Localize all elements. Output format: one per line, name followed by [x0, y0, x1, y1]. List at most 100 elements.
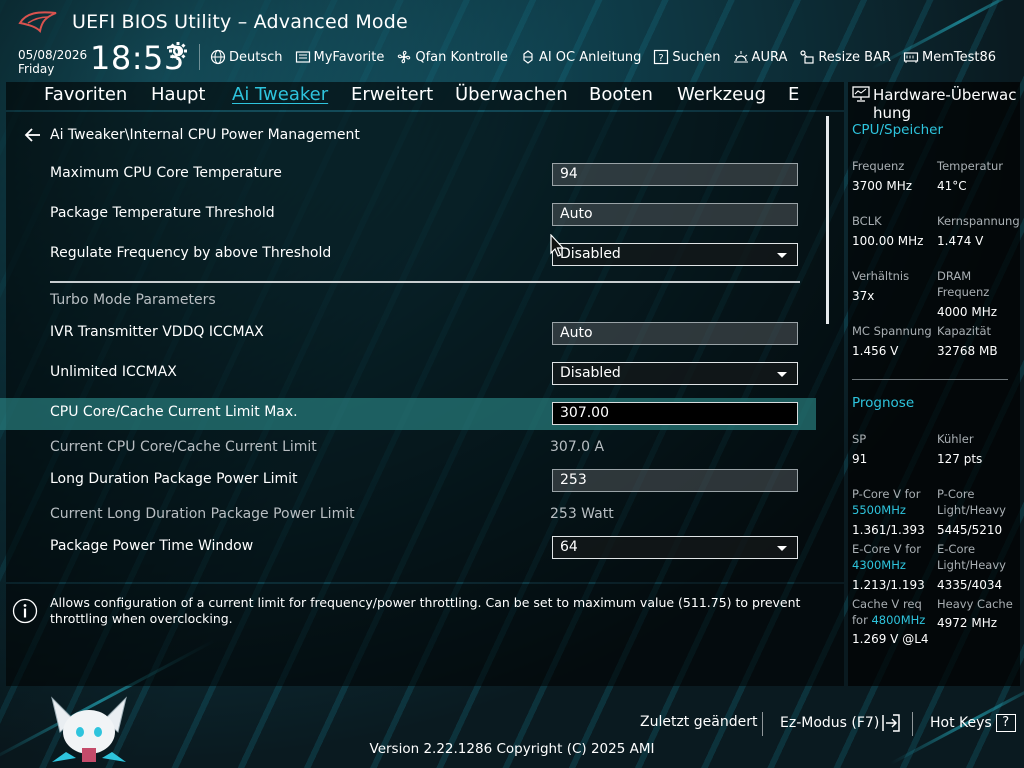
hot-keys-button[interactable]: Hot Keys ?	[930, 714, 1016, 732]
cpu-core-cache-current-limit-input[interactable]: 307.00	[552, 402, 798, 425]
mouse-cursor-icon	[550, 234, 564, 257]
fan-icon	[398, 50, 411, 64]
memtest-label: MemTest86	[922, 49, 997, 65]
chevron-down-icon	[777, 546, 787, 551]
toolbar: Deutsch MyFavorite Qfan Kontrolle AI OC …	[210, 46, 1008, 68]
ivr-vddq-iccmax-input[interactable]: Auto	[552, 322, 798, 345]
setting-label: Package Power Time Window	[50, 538, 254, 554]
ecore-light-heavy-label: E-Core Light/Heavy	[937, 541, 1006, 573]
ecore-lh-label-2: Light/Heavy	[937, 558, 1006, 572]
tab-ai-tweaker[interactable]: Ai Tweaker	[232, 84, 328, 105]
language-button[interactable]: Deutsch	[210, 46, 283, 68]
section-divider	[50, 281, 800, 283]
ecore-voltage-label: E-Core V for 4300MHz	[852, 541, 921, 573]
resize-bar-label: Resize BAR	[818, 49, 891, 65]
cpu-memory-section-title: CPU/Speicher	[852, 122, 944, 138]
app-title: UEFI BIOS Utility – Advanced Mode	[72, 11, 408, 33]
sp-label: SP	[852, 432, 867, 446]
resize-bar-icon	[800, 50, 814, 64]
settings-panel: Ai Tweaker\Internal CPU Power Management…	[0, 112, 844, 582]
core-voltage-label: Kernspannung	[937, 214, 1020, 228]
dram-frequency-label: DRAM Frequenz	[937, 269, 990, 299]
ecore-light-heavy-value: 4335/4034	[937, 578, 1003, 592]
version-text: Version 2.22.1286 Copyright (C) 2025 AMI	[369, 741, 655, 757]
tab-erweitert[interactable]: Erweitert	[351, 84, 433, 105]
pcore-voltage-label: P-Core V for 5500MHz	[852, 486, 920, 518]
aura-button[interactable]: AURA	[733, 46, 787, 68]
setting-label: Maximum CPU Core Temperature	[50, 165, 282, 181]
aura-icon	[733, 51, 748, 63]
pcore-light-heavy-value: 5445/5210	[937, 523, 1003, 537]
setting-label: Package Temperature Threshold	[50, 205, 275, 221]
ai-oc-button[interactable]: AI OC Anleitung	[520, 46, 641, 68]
scrollbar[interactable]	[826, 116, 829, 324]
last-changed-button[interactable]: Zuletzt geändert	[640, 714, 757, 730]
cache-voltage-value: 1.269 V @L4	[852, 632, 929, 646]
info-label: Current Long Duration Package Power Limi…	[50, 506, 355, 522]
bclk-label: BCLK	[852, 214, 882, 228]
ecore-frequency: 4300MHz	[852, 558, 906, 572]
tab-booten[interactable]: Booten	[589, 84, 653, 105]
package-power-time-window-dropdown[interactable]: 64	[552, 536, 798, 559]
ratio-value: 37x	[852, 289, 875, 303]
package-temp-threshold-input[interactable]: Auto	[552, 203, 798, 226]
globe-icon	[210, 49, 226, 65]
chevron-down-icon	[777, 372, 787, 377]
myfavorite-button[interactable]: MyFavorite	[295, 46, 385, 68]
cooler-label: Kühler	[937, 432, 974, 446]
qfan-button[interactable]: Qfan Kontrolle	[396, 46, 508, 68]
tab-exit-partial[interactable]: E	[788, 84, 799, 105]
setting-label: Unlimited ICCMAX	[50, 364, 177, 380]
ez-mode-button[interactable]: Ez-Modus (F7)	[780, 714, 901, 732]
resize-bar-button[interactable]: Resize BAR	[799, 46, 891, 68]
memtest-button[interactable]: MemTest86	[903, 46, 996, 68]
ecore-voltage-label-text: E-Core V for	[852, 542, 922, 556]
date-text: 05/08/2026	[18, 48, 88, 62]
search-button[interactable]: ? Suchen	[653, 46, 721, 68]
dropdown-value: Disabled	[560, 365, 621, 381]
info-label: Current CPU Core/Cache Current Limit	[50, 439, 317, 455]
setting-label: CPU Core/Cache Current Limit Max.	[50, 404, 298, 420]
svg-text:?: ?	[659, 53, 664, 64]
footer-divider	[912, 712, 913, 736]
long-duration-power-limit-input[interactable]: 253	[552, 469, 798, 492]
dropdown-value: Disabled	[560, 246, 621, 262]
search-label: Suchen	[672, 49, 721, 65]
ai-oc-label: AI OC Anleitung	[538, 49, 642, 65]
cache-voltage-label: Cache V req for 4800MHz	[852, 596, 925, 628]
pcore-frequency: 5500MHz	[852, 503, 906, 517]
info-icon	[12, 598, 38, 624]
current-limit-readout: 307.0 A	[550, 439, 605, 455]
header-bar: UEFI BIOS Utility – Advanced Mode 05/08/…	[0, 0, 1024, 80]
chevron-down-icon	[777, 253, 787, 258]
temperature-label: Temperatur	[937, 159, 1004, 173]
cache-frequency: 4800MHz	[871, 613, 926, 627]
regulate-frequency-dropdown[interactable]: Disabled	[552, 243, 798, 266]
exit-arrow-icon	[882, 714, 901, 732]
bclk-value: 100.00 MHz	[852, 234, 924, 248]
breadcrumb: Ai Tweaker\Internal CPU Power Management	[50, 127, 360, 143]
qfan-label: Qfan Kontrolle	[415, 49, 508, 65]
prognose-section-title: Prognose	[852, 395, 915, 411]
hardware-monitor-title-wrap: hung	[873, 104, 912, 122]
back-arrow-icon[interactable]	[24, 128, 42, 142]
unlimited-iccmax-dropdown[interactable]: Disabled	[552, 362, 798, 385]
cache-label-2: for	[852, 613, 868, 627]
dropdown-value: 64	[560, 539, 578, 555]
myfavorite-label: MyFavorite	[313, 49, 385, 65]
hardware-monitor-title: Hardware-Überwac	[873, 86, 1017, 104]
tab-haupt[interactable]: Haupt	[151, 84, 205, 105]
rog-logo-icon	[18, 11, 57, 34]
help-search-icon: ?	[654, 49, 669, 65]
tab-ueberwachen[interactable]: Überwachen	[455, 84, 568, 105]
ratio-label: Verhältnis	[852, 269, 910, 283]
ai-oc-icon	[523, 50, 533, 64]
tab-werkzeug[interactable]: Werkzeug	[677, 84, 766, 105]
main-tabs: Favoriten Haupt Ai Tweaker Erweitert Übe…	[6, 82, 844, 110]
ez-mode-label: Ez-Modus (F7)	[780, 715, 880, 731]
frequency-label: Frequenz	[852, 159, 905, 173]
tab-favoriten[interactable]: Favoriten	[44, 84, 127, 105]
gear-icon[interactable]	[168, 41, 188, 61]
max-cpu-core-temp-input[interactable]: 94	[552, 163, 798, 186]
sp-value: 91	[852, 452, 868, 466]
